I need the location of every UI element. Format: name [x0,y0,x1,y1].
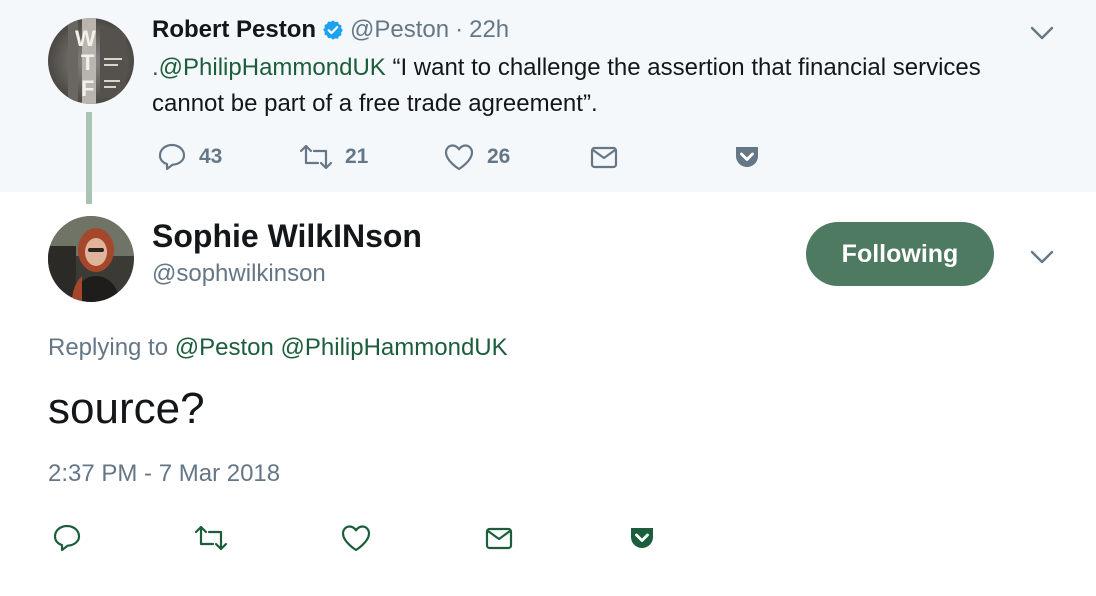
following-button[interactable]: Following [806,222,994,286]
tweet-timestamp[interactable]: 2:37 PM - 7 Mar 2018 [48,460,280,488]
parent-tweet-header: Robert Peston @Peston · 22h [152,16,509,44]
svg-text:F: F [81,76,94,101]
like-icon [444,144,474,171]
author-name[interactable]: Sophie WilkINson [152,218,422,255]
svg-text:W: W [75,26,96,51]
like-icon [341,525,371,552]
svg-text:T: T [81,50,95,75]
replying-prefix: Replying to [48,334,169,361]
author-handle[interactable]: @sophwilkinson [152,260,326,288]
dm-button[interactable] [484,518,514,558]
woman-red-hair-avatar-icon [48,216,134,302]
author-name[interactable]: Robert Peston [152,16,316,44]
pocket-button[interactable] [628,518,656,558]
like-count: 26 [487,145,511,168]
dm-icon [590,146,618,169]
retweet-button[interactable]: 21 [299,140,368,174]
dm-button[interactable] [589,140,619,174]
tweet-time[interactable]: 22h [469,16,509,44]
verified-badge-icon [323,20,343,40]
retweet-button[interactable] [194,518,228,558]
reply-count: 43 [199,145,223,168]
retweet-icon [194,525,228,551]
pocket-icon [736,147,758,167]
separator-dot: · [455,16,464,43]
reply-icon [53,524,81,552]
sophie-avatar[interactable] [48,216,134,302]
pocket-button[interactable] [733,140,761,174]
retweet-count: 21 [345,145,369,168]
reply-button[interactable]: 43 [157,140,222,174]
dm-icon [485,527,513,550]
tweet-text: source? [48,384,205,433]
replying-to-line: Replying to @Peston @PhilipHammondUK [48,334,508,362]
author-handle[interactable]: @Peston [350,16,449,44]
like-button[interactable] [340,518,372,558]
peston-avatar[interactable]: W T F [48,18,134,104]
reply-mention-hammond[interactable]: @PhilipHammondUK [281,334,508,361]
thread-connector-line [86,112,92,204]
parent-tweet-text: .@PhilipHammondUK “I want to challenge t… [152,50,1052,122]
wtf-book-cover-avatar-icon: W T F [48,18,134,104]
retweet-icon [299,144,333,170]
pocket-icon [631,528,653,548]
reply-mention-peston[interactable]: @Peston [175,334,274,361]
parent-tweet[interactable]: W T F Robert Peston @Peston · 22h .@Phil… [0,0,1096,192]
mention-link[interactable]: .@PhilipHammondUK [152,54,386,81]
like-button[interactable]: 26 [443,140,510,174]
chevron-down-icon[interactable] [1029,248,1055,266]
reply-icon [158,143,186,171]
chevron-down-icon[interactable] [1029,24,1055,42]
reply-button[interactable] [52,518,82,558]
